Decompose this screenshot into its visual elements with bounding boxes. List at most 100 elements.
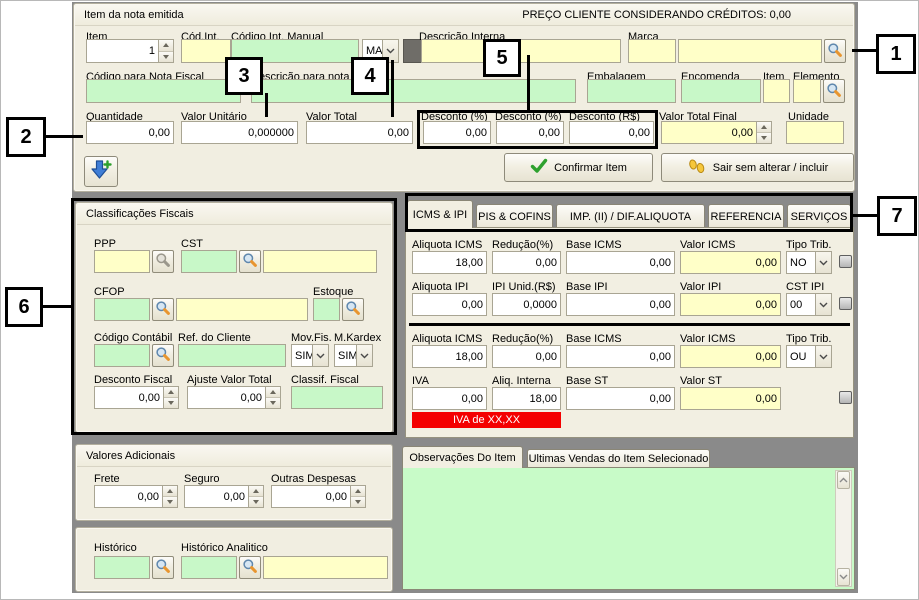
cod-contabil-field[interactable] xyxy=(94,344,150,367)
ajuste-vt-label: Ajuste Valor Total xyxy=(187,374,272,386)
base-icms-field[interactable]: 0,00 xyxy=(566,251,675,274)
encomenda-field[interactable] xyxy=(681,79,761,103)
ipi-unid-field[interactable]: 0,0000 xyxy=(492,293,561,316)
chevron-down-icon[interactable] xyxy=(312,345,328,366)
m-kardex-combo[interactable]: SIM xyxy=(334,344,373,367)
item-col-field[interactable] xyxy=(763,79,790,103)
observacoes-textarea[interactable] xyxy=(402,467,855,590)
cst-desc-field[interactable] xyxy=(263,250,377,273)
ref-cliente-field[interactable] xyxy=(178,344,286,367)
base-ipi-field[interactable]: 0,00 xyxy=(566,293,675,316)
ppp-search-button[interactable] xyxy=(152,250,174,273)
cfop-search-button[interactable] xyxy=(152,298,174,321)
tab-label: PIS & COFINS xyxy=(478,211,551,223)
historico-field[interactable] xyxy=(94,556,150,579)
tab-servicos[interactable]: SERVIÇOS xyxy=(787,204,851,228)
classif-fiscal-field[interactable] xyxy=(291,386,383,409)
cod-contabil-search-button[interactable] xyxy=(152,344,174,367)
cst-search-button[interactable] xyxy=(239,250,261,273)
chevron-down-icon[interactable] xyxy=(356,345,372,366)
estoque-field[interactable] xyxy=(313,298,340,321)
outras-despesas-field[interactable]: 0,00 xyxy=(271,485,366,508)
observacoes-scrollbar[interactable] xyxy=(835,470,852,587)
tab-imp-dif-aliquota[interactable]: IMP. (II) / DIF.ALIQUOTA xyxy=(556,204,705,228)
marca-code-field[interactable] xyxy=(628,39,676,63)
seguro-spinner[interactable] xyxy=(248,486,263,507)
desc-interna-field[interactable] xyxy=(421,39,621,63)
cst-field[interactable] xyxy=(181,250,237,273)
reducao2-field[interactable]: 0,00 xyxy=(492,345,561,368)
historico-search-button[interactable] xyxy=(152,556,174,579)
valor-icms-field[interactable]: 0,00 xyxy=(680,251,781,274)
cod-nf-field[interactable] xyxy=(86,79,241,103)
tab-referencia[interactable]: REFERENCIA xyxy=(708,204,784,228)
valor-ipi-field[interactable]: 0,00 xyxy=(680,293,781,316)
elemento-search-button[interactable] xyxy=(823,79,845,103)
sair-button[interactable]: Sair sem alterar / incluir xyxy=(661,153,854,182)
valor-total-final-spinner[interactable] xyxy=(756,122,771,143)
screenshot-root: Item da nota emitida PREÇO CLIENTE CONSI… xyxy=(0,0,919,600)
unidade-field[interactable] xyxy=(786,121,844,144)
ppp-field[interactable] xyxy=(94,250,150,273)
chevron-down-icon[interactable] xyxy=(815,346,831,367)
valor-total-final-field[interactable]: 0,00 xyxy=(661,121,772,144)
valor-st-field[interactable]: 0,00 xyxy=(680,387,781,410)
tab-icms-ipi[interactable]: ICMS & IPI xyxy=(407,200,473,228)
marca-desc-field[interactable] xyxy=(678,39,822,63)
icms-checkbox[interactable] xyxy=(839,255,852,268)
elemento-field[interactable] xyxy=(793,79,821,103)
cod-int-field[interactable] xyxy=(181,39,231,63)
aliq-interna-field[interactable]: 18,00 xyxy=(492,387,561,410)
desconto-fiscal-field[interactable]: 0,00 xyxy=(94,386,179,409)
scroll-down-icon[interactable] xyxy=(837,568,850,586)
valor-unitario-field[interactable]: 0,000000 xyxy=(181,121,298,144)
item-panel: Item da nota emitida PREÇO CLIENTE CONSI… xyxy=(73,3,855,192)
chevron-down-icon[interactable] xyxy=(815,294,831,315)
aliquota-ipi-field[interactable]: 0,00 xyxy=(412,293,487,316)
cfop-desc-field[interactable] xyxy=(176,298,308,321)
ajuste-vt-field[interactable]: 0,00 xyxy=(187,386,281,409)
valor-total-field[interactable]: 0,00 xyxy=(306,121,413,144)
cfop-field[interactable] xyxy=(94,298,150,321)
desconto1-field[interactable]: 0,00 xyxy=(423,121,491,144)
chevron-down-icon[interactable] xyxy=(815,252,831,273)
frete-field[interactable]: 0,00 xyxy=(94,485,178,508)
ajuste-vt-spinner[interactable] xyxy=(265,387,280,408)
historico-analitico-desc-field[interactable] xyxy=(263,556,388,579)
confirmar-item-button[interactable]: Confirmar Item xyxy=(504,153,653,182)
add-item-button[interactable] xyxy=(84,156,118,187)
cst-ipi-combo[interactable]: 00 xyxy=(786,293,832,316)
item-spinner[interactable] xyxy=(158,40,173,62)
tab-pis-cofins[interactable]: PIS & COFINS xyxy=(476,204,553,228)
item-number-field[interactable]: 1 xyxy=(86,39,174,63)
aliquota-icms-field[interactable]: 18,00 xyxy=(412,251,487,274)
frete-spinner[interactable] xyxy=(162,486,177,507)
estoque-search-button[interactable] xyxy=(342,298,364,321)
valor-icms2-field[interactable]: 0,00 xyxy=(680,345,781,368)
tipo-trib-combo[interactable]: NO xyxy=(786,251,832,274)
tab-ultimas-vendas[interactable]: Ultimas Vendas do Item Selecionado xyxy=(527,449,710,468)
seguro-field[interactable]: 0,00 xyxy=(184,485,264,508)
tab-observacoes[interactable]: Observações Do Item xyxy=(402,446,523,468)
callout-line-7 xyxy=(853,214,877,217)
iva-field[interactable]: 0,00 xyxy=(412,387,487,410)
scroll-up-icon[interactable] xyxy=(837,471,850,489)
base-st-field[interactable]: 0,00 xyxy=(566,387,675,410)
historico-analitico-search-button[interactable] xyxy=(239,556,261,579)
historico-analitico-field[interactable] xyxy=(181,556,237,579)
desconto-rs-field[interactable]: 0,00 xyxy=(569,121,654,144)
desconto2-field[interactable]: 0,00 xyxy=(496,121,564,144)
outras-despesas-spinner[interactable] xyxy=(350,486,365,507)
ipi-checkbox[interactable] xyxy=(839,297,852,310)
mov-fis-combo[interactable]: SIM xyxy=(291,344,329,367)
quantidade-field[interactable]: 0,00 xyxy=(86,121,174,144)
reducao-field[interactable]: 0,00 xyxy=(492,251,561,274)
st-checkbox[interactable] xyxy=(839,391,852,404)
base-icms2-field[interactable]: 0,00 xyxy=(566,345,675,368)
tipo-trib2-combo[interactable]: OU xyxy=(786,345,832,368)
desconto-fiscal-spinner[interactable] xyxy=(163,387,178,408)
marca-search-button[interactable] xyxy=(824,39,846,63)
aliquota-icms-label: Aliquota ICMS xyxy=(412,239,482,251)
aliquota-icms2-field[interactable]: 18,00 xyxy=(412,345,487,368)
embalagem-field[interactable] xyxy=(587,79,676,103)
